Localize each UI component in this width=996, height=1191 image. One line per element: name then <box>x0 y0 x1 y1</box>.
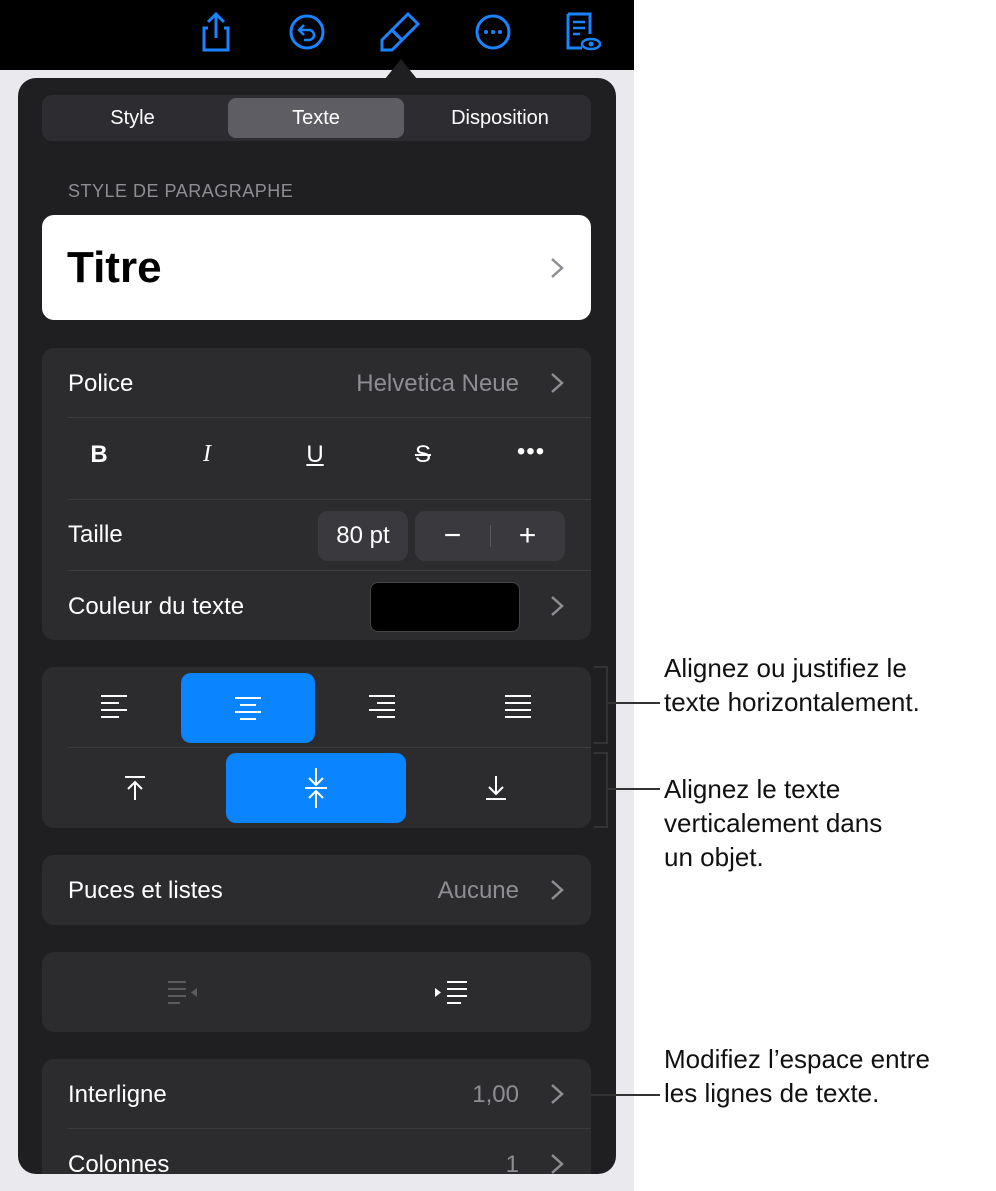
line-spacing-value: 1,00 <box>472 1081 519 1108</box>
paragraph-style-value: Titre <box>67 243 162 292</box>
chevron-right-icon <box>551 373 564 393</box>
toolbar <box>0 0 634 70</box>
align-bottom-icon[interactable] <box>484 774 508 802</box>
tab-style[interactable]: Style <box>45 98 220 138</box>
annotation-line: texte horizontalement. <box>664 687 920 717</box>
alignment-card <box>42 667 591 828</box>
callout-line <box>606 788 660 790</box>
tab-bar: Style Texte Disposition <box>42 95 591 141</box>
annotation-line: les lignes de texte. <box>664 1078 880 1108</box>
size-stepper: − + <box>415 511 565 561</box>
callout-line <box>606 702 660 704</box>
size-value[interactable]: 80 pt <box>318 511 408 561</box>
bracket-vertical <box>594 752 608 828</box>
align-left-icon[interactable] <box>99 693 129 719</box>
annotation-line-spacing: Modifiez l’espace entre les lignes de te… <box>664 1042 930 1110</box>
popover-arrow <box>385 59 417 79</box>
chevron-right-icon <box>551 1084 564 1104</box>
screenshot-area: Style Texte Disposition STYLE DE PARAGRA… <box>0 0 634 1191</box>
annotation-horizontal-align: Alignez ou justifiez le texte horizontal… <box>664 651 920 719</box>
font-value: Helvetica Neue <box>356 370 519 397</box>
font-card: Police Helvetica Neue B I U S ••• Taille… <box>42 348 591 640</box>
bullets-label: Puces et listes <box>68 877 223 904</box>
color-swatch <box>370 582 520 632</box>
font-label: Police <box>68 370 134 397</box>
columns-row[interactable]: Colonnes 1 <box>42 1129 591 1174</box>
italic-button[interactable]: I <box>182 441 232 468</box>
underline-button[interactable]: U <box>290 441 340 469</box>
annotation-line: verticalement dans <box>664 808 883 838</box>
more-format-button[interactable]: ••• <box>506 438 556 466</box>
increase-indent-icon[interactable] <box>433 979 469 1005</box>
divider <box>68 417 591 418</box>
annotation-line: un objet. <box>664 842 764 872</box>
align-middle-icon <box>305 768 327 808</box>
columns-value: 1 <box>505 1151 519 1174</box>
text-color-row[interactable]: Couleur du texte <box>42 571 591 640</box>
strikethrough-button[interactable]: S <box>398 441 448 469</box>
align-middle-button[interactable] <box>226 753 406 823</box>
indent-card <box>42 952 591 1032</box>
bold-button[interactable]: B <box>74 441 124 469</box>
increase-size-button[interactable]: + <box>490 511 565 561</box>
align-right-icon[interactable] <box>367 693 397 719</box>
undo-icon[interactable] <box>285 10 329 54</box>
align-center-icon <box>235 697 261 720</box>
font-row[interactable]: Police Helvetica Neue <box>42 348 591 418</box>
bullets-row[interactable]: Puces et listes Aucune <box>42 855 591 925</box>
decrease-size-button[interactable]: − <box>415 511 490 561</box>
tab-texte[interactable]: Texte <box>228 98 404 138</box>
annotation-line: Modifiez l’espace entre <box>664 1044 930 1074</box>
more-icon[interactable] <box>471 10 515 54</box>
share-icon[interactable] <box>194 10 238 54</box>
text-color-label: Couleur du texte <box>68 593 245 620</box>
line-spacing-row[interactable]: Interligne 1,00 <box>42 1059 591 1129</box>
chevron-right-icon <box>551 880 564 900</box>
paintbrush-icon[interactable] <box>378 10 422 54</box>
bracket-horizontal <box>594 666 608 744</box>
align-top-icon[interactable] <box>123 774 147 802</box>
chevron-right-icon <box>551 596 564 616</box>
tab-disposition[interactable]: Disposition <box>412 98 588 138</box>
section-label-paragraph-style: STYLE DE PARAGRAPHE <box>68 181 294 201</box>
format-popover: Style Texte Disposition STYLE DE PARAGRA… <box>18 78 616 1174</box>
annotation-line: Alignez ou justifiez le <box>664 653 907 683</box>
bullets-value: Aucune <box>437 877 519 904</box>
line-spacing-label: Interligne <box>68 1081 167 1108</box>
chevron-right-icon <box>551 1154 564 1174</box>
callout-line <box>591 1094 660 1096</box>
paragraph-style-row[interactable]: Titre <box>42 215 591 320</box>
align-center-button[interactable] <box>181 673 315 743</box>
annotation-line: Alignez le texte <box>664 774 841 804</box>
divider <box>68 747 591 748</box>
document-preview-icon[interactable] <box>560 10 604 54</box>
chevron-right-icon <box>551 258 564 278</box>
size-label: Taille <box>68 521 123 548</box>
spacing-card: Interligne 1,00 Colonnes 1 <box>42 1059 591 1174</box>
decrease-indent-icon[interactable] <box>166 979 202 1005</box>
divider <box>68 499 591 500</box>
annotation-vertical-align: Alignez le texte verticalement dans un o… <box>664 772 882 874</box>
justify-icon[interactable] <box>503 693 533 719</box>
columns-label: Colonnes <box>68 1151 170 1174</box>
